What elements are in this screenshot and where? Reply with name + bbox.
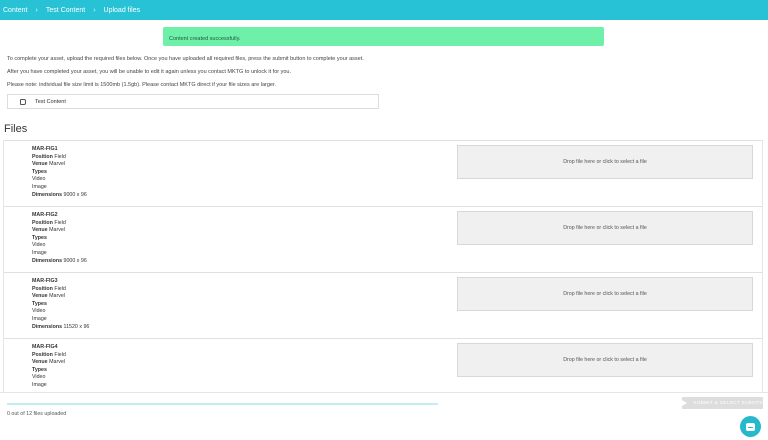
footer-divider: [0, 392, 768, 393]
position-value: Field: [54, 285, 66, 292]
type-value: Image: [32, 249, 47, 256]
files-heading: Files: [4, 123, 28, 135]
position-value: Field: [54, 351, 66, 358]
submit-button-label: SUBMIT & SELECT EVENTS: [693, 400, 763, 406]
venue-value: Marvel: [49, 161, 65, 168]
file-info: MAR-FIG4 Position Field Venue Marvel Typ…: [32, 344, 66, 390]
breadcrumb-separator: ›: [93, 6, 96, 14]
file-name: MAR-FIG1: [32, 146, 58, 152]
venue-label: Venue: [32, 359, 48, 366]
success-toast: Content created successfully.: [163, 27, 604, 46]
breadcrumb-content[interactable]: Content: [3, 7, 28, 14]
type-value: Video: [32, 242, 46, 249]
file-row: MAR-FIG2 Position Field Venue Marvel Typ…: [3, 207, 763, 273]
types-label: Types: [32, 300, 47, 307]
file-name: MAR-FIG3: [32, 278, 58, 284]
venue-label: Venue: [32, 227, 48, 234]
files-list[interactable]: MAR-FIG1 Position Field Venue Marvel Typ…: [3, 140, 763, 393]
content-tag-label: Test Content: [35, 98, 66, 105]
top-nav-bar: Content › Test Content › Upload files: [0, 0, 768, 20]
position-label: Position: [32, 153, 53, 160]
position-value: Field: [54, 153, 66, 160]
file-row: MAR-FIG3 Position Field Venue Marvel Typ…: [3, 273, 763, 339]
position-value: Field: [54, 219, 66, 226]
dimensions-value: 9000 x 96: [63, 191, 87, 198]
file-info: MAR-FIG3 Position Field Venue Marvel Typ…: [32, 278, 89, 331]
type-value: Image: [32, 315, 47, 322]
file-dropzone[interactable]: Drop file here or click to select a file: [457, 145, 753, 179]
upload-progress-text: 0 out of 12 files uploaded: [7, 411, 67, 417]
upload-progress-bar: [7, 403, 438, 405]
file-row: MAR-FIG1 Position Field Venue Marvel Typ…: [3, 141, 763, 207]
type-value: Video: [32, 374, 46, 381]
file-info: MAR-FIG2 Position Field Venue Marvel Typ…: [32, 212, 87, 265]
type-value: Image: [32, 183, 47, 190]
tag-icon: [20, 98, 26, 105]
type-value: Image: [32, 381, 47, 388]
file-info: MAR-FIG1 Position Field Venue Marvel Typ…: [32, 146, 87, 199]
breadcrumb-upload-files: Upload files: [103, 6, 141, 14]
chat-icon: [746, 422, 755, 431]
dimensions-value: 11520 x 96: [63, 323, 90, 330]
position-label: Position: [32, 351, 53, 358]
venue-value: Marvel: [49, 359, 65, 366]
venue-label: Venue: [32, 161, 48, 168]
breadcrumb-separator: ›: [35, 6, 38, 14]
dimensions-label: Dimensions: [32, 257, 63, 264]
type-value: Video: [32, 308, 46, 315]
instruction-text-2: After you have completed your asset, you…: [7, 69, 292, 75]
venue-label: Venue: [32, 293, 48, 300]
file-name: MAR-FIG2: [32, 212, 58, 218]
venue-value: Marvel: [49, 227, 65, 234]
file-dropzone[interactable]: Drop file here or click to select a file: [457, 211, 753, 245]
file-name: MAR-FIG4: [32, 344, 58, 350]
submit-select-events-button[interactable]: SUBMIT & SELECT EVENTS: [682, 397, 763, 409]
type-value: Video: [32, 176, 46, 183]
file-dropzone[interactable]: Drop file here or click to select a file: [457, 343, 753, 377]
position-label: Position: [32, 285, 53, 292]
types-label: Types: [32, 168, 47, 175]
types-label: Types: [32, 366, 47, 373]
send-icon: [682, 400, 688, 406]
types-label: Types: [32, 234, 47, 241]
breadcrumb-test-content[interactable]: Test Content: [46, 7, 85, 14]
venue-value: Marvel: [49, 293, 65, 300]
dimensions-label: Dimensions: [32, 191, 63, 198]
file-dropzone[interactable]: Drop file here or click to select a file: [457, 277, 753, 311]
position-label: Position: [32, 219, 53, 226]
file-row: MAR-FIG4 Position Field Venue Marvel Typ…: [3, 339, 763, 393]
dimensions-label: Dimensions: [32, 323, 63, 330]
content-tag-box: Test Content: [7, 94, 379, 109]
instruction-text-1: To complete your asset, upload the requi…: [7, 56, 364, 62]
chat-button[interactable]: [740, 416, 761, 437]
instruction-text-3: Please note: individual file size limit …: [7, 82, 277, 88]
dimensions-value: 9000 x 96: [63, 257, 87, 264]
